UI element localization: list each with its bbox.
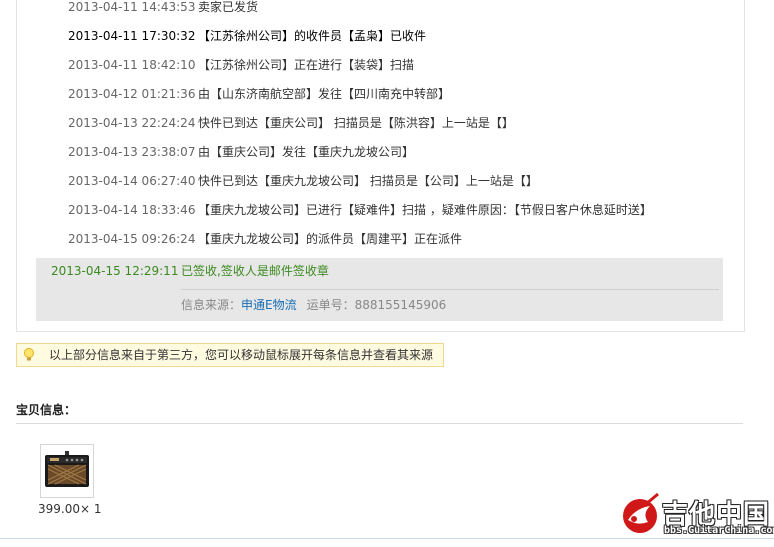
event-description: 【重庆九龙坡公司】的派件员【周建平】正在派件 bbox=[198, 232, 463, 246]
event-time: 2013-04-14 06:27:40 bbox=[68, 174, 196, 188]
latest-event-row: 2013-04-15 12:29:11 已签收,签收人是邮件签收章 bbox=[51, 261, 329, 281]
lightbulb-icon bbox=[24, 348, 34, 361]
event-time: 2013-04-15 09:26:24 bbox=[68, 232, 196, 246]
guitar-logo-icon bbox=[623, 492, 659, 533]
event-time: 2013-04-13 22:24:24 bbox=[68, 116, 196, 130]
bottom-divider bbox=[0, 538, 774, 539]
event-description: 已签收,签收人是邮件签收章 bbox=[181, 264, 329, 278]
event-description: 【江苏徐州公司】正在进行【装袋】扫描 bbox=[198, 58, 415, 72]
event-description: 由【山东济南航空部】发往【四川南充中转部】 bbox=[198, 87, 451, 101]
tracking-event-row: 2013-04-14 06:27:40 快件已到达【重庆九龙坡公司】 扫描员是【公… bbox=[68, 171, 538, 191]
event-description: 快件已到达【重庆公司】 扫描员是【陈洪容】上一站是【】 bbox=[198, 116, 514, 130]
notice-text: 以上部分信息来自于第三方，您可以移动鼠标展开每条信息并查看其来源 bbox=[49, 348, 434, 362]
source-label: 信息来源： bbox=[181, 298, 242, 312]
tracking-event-row: 2013-04-14 18:33:46 【重庆九龙坡公司】已进行【疑难件】扫描 ，… bbox=[68, 200, 652, 220]
source-info: 信息来源：申通E物流 运单号：888155145906 bbox=[181, 295, 446, 315]
product-price: 399.00× 1 bbox=[38, 502, 102, 516]
event-time: 2013-04-11 17:30:32 bbox=[68, 29, 196, 43]
tracking-event-row: 2013-04-11 14:43:53 卖家已发货 bbox=[68, 0, 258, 17]
section-divider bbox=[16, 423, 743, 424]
event-description: 由【重庆公司】发往【重庆九龙坡公司】 bbox=[198, 145, 415, 159]
tracking-event-row: 2013-04-11 17:30:32 【江苏徐州公司】的收件员【孟枭】已收件 bbox=[68, 26, 426, 46]
event-time: 2013-04-11 14:43:53 bbox=[68, 0, 196, 14]
watermark: 吉他中国 bbs.GuitarChina.com bbox=[618, 492, 774, 540]
event-description: 卖家已发货 bbox=[198, 0, 259, 14]
tracking-event-row: 2013-04-12 01:21:36 由【山东济南航空部】发往【四川南充中转部】 bbox=[68, 84, 450, 104]
third-party-notice: 以上部分信息来自于第三方，您可以移动鼠标展开每条信息并查看其来源 bbox=[16, 343, 444, 367]
tracking-event-row: 2013-04-15 09:26:24 【重庆九龙坡公司】的派件员【周建平】正在派… bbox=[68, 229, 462, 249]
event-time: 2013-04-12 01:21:36 bbox=[68, 87, 196, 101]
watermark-url: bbs.GuitarChina.com bbox=[664, 525, 774, 536]
item-section-title: 宝贝信息： bbox=[16, 403, 77, 417]
divider bbox=[181, 289, 719, 290]
tracking-event-row: 2013-04-13 23:38:07 由【重庆公司】发往【重庆九龙坡公司】 bbox=[68, 142, 414, 162]
event-time: 2013-04-11 18:42:10 bbox=[68, 58, 196, 72]
amplifier-image bbox=[45, 451, 89, 487]
waybill-number: 888155145906 bbox=[354, 298, 447, 312]
event-description: 【江苏徐州公司】的收件员【孟枭】已收件 bbox=[198, 29, 427, 43]
waybill-label: 运单号： bbox=[306, 298, 355, 312]
event-time: 2013-04-15 12:29:11 bbox=[51, 264, 179, 278]
event-time: 2013-04-14 18:33:46 bbox=[68, 203, 196, 217]
event-time: 2013-04-13 23:38:07 bbox=[68, 145, 196, 159]
latest-event-box[interactable]: 2013-04-15 12:29:11 已签收,签收人是邮件签收章 信息来源：申通… bbox=[36, 258, 723, 321]
source-link[interactable]: 申通E物流 bbox=[241, 298, 297, 312]
product-thumbnail[interactable] bbox=[40, 444, 94, 498]
event-description: 【重庆九龙坡公司】已进行【疑难件】扫描 ，疑难件原因：【节假日客户休息延时送】 bbox=[198, 203, 652, 217]
event-description: 快件已到达【重庆九龙坡公司】 扫描员是【公司】上一站是【】 bbox=[198, 174, 538, 188]
tracking-event-row: 2013-04-11 18:42:10 【江苏徐州公司】正在进行【装袋】扫描 bbox=[68, 55, 414, 75]
tracking-event-row: 2013-04-13 22:24:24 快件已到达【重庆公司】 扫描员是【陈洪容】… bbox=[68, 113, 514, 133]
